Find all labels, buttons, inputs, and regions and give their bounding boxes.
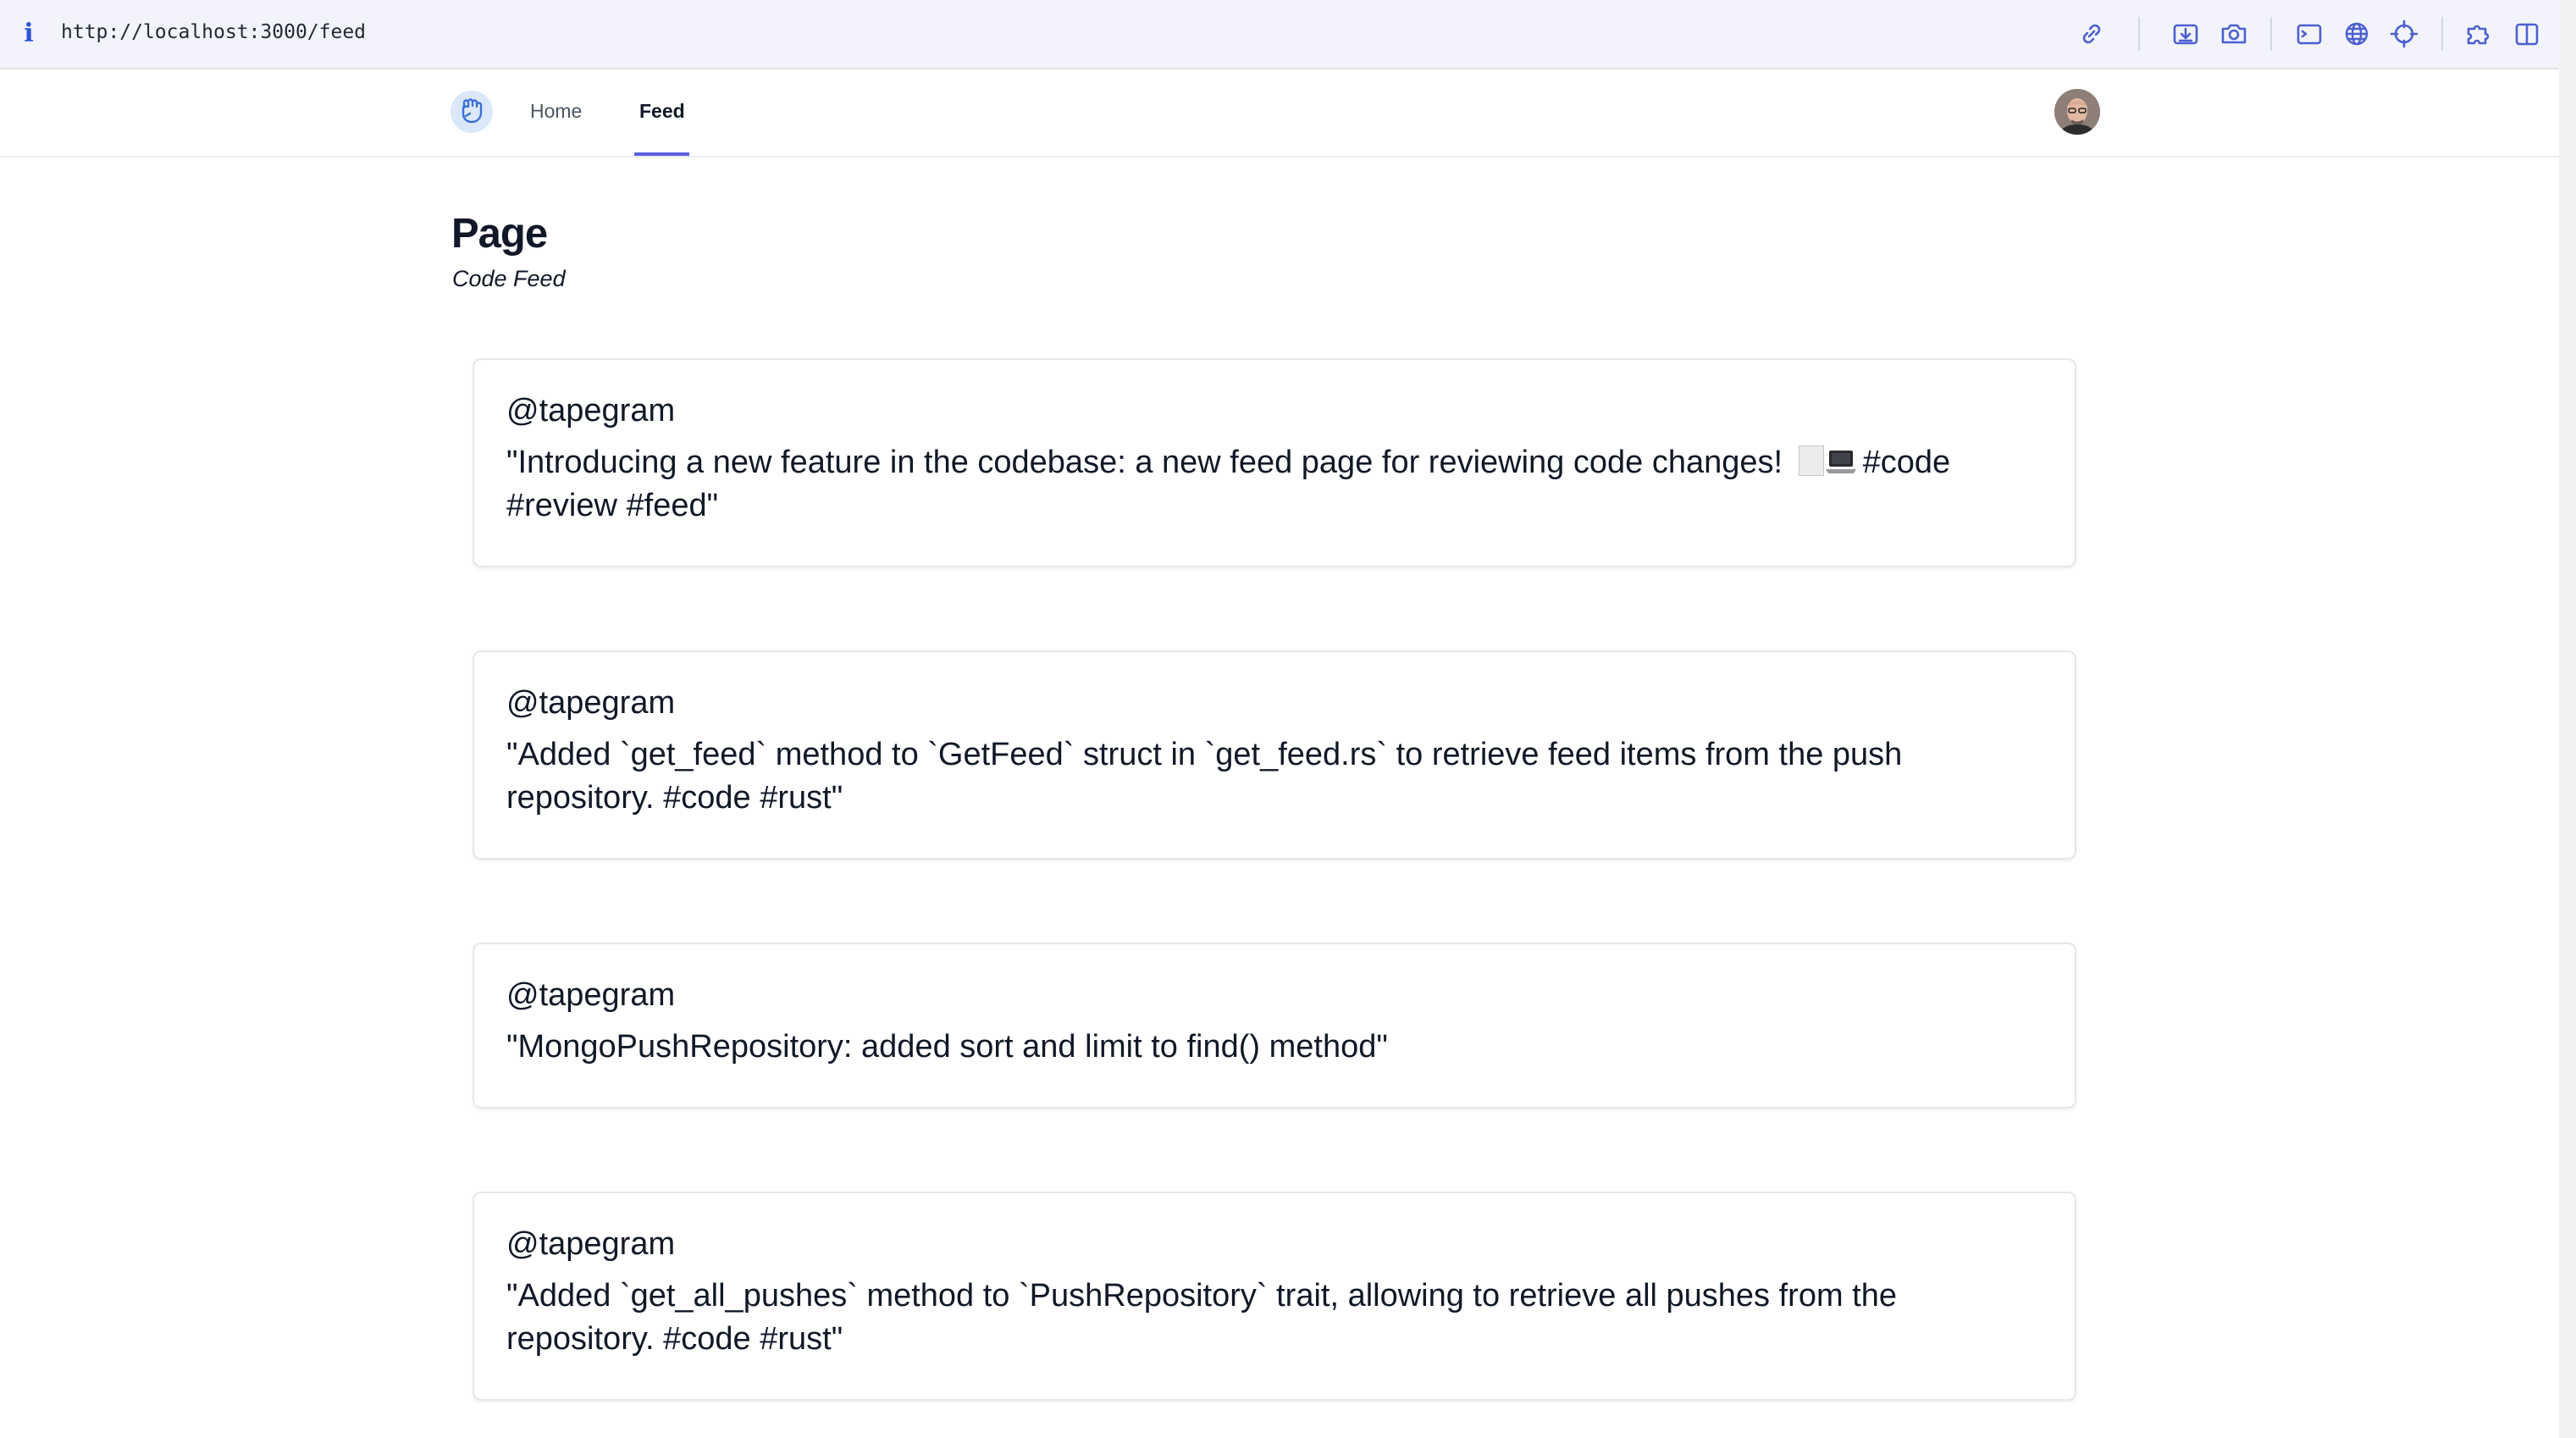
feed-item: @tapegram "Added `get_all_pushes` method…: [473, 1192, 2076, 1401]
crosshair-icon[interactable]: [2389, 19, 2419, 49]
feed-item-text: "MongoPushRepository: added sort and lim…: [506, 1029, 1388, 1065]
window-scrollbar[interactable]: [2559, 0, 2576, 1438]
feed-item-text: "Added `get_all_pushes` method to `PushR…: [506, 1278, 1897, 1357]
toolbar-divider: [2270, 17, 2272, 51]
download-icon[interactable]: [2170, 19, 2201, 49]
feed-item: @tapegram "MongoPushRepository: added so…: [473, 943, 2076, 1109]
toolbar-divider: [2441, 17, 2443, 51]
top-navigation: Home Feed: [0, 69, 2559, 158]
globe-icon[interactable]: [2341, 19, 2372, 49]
feed-item-author[interactable]: @tapegram: [506, 683, 2043, 723]
laptop-emoji-icon: [1824, 447, 1858, 476]
feed-item-text: "Introducing a new feature in the codeba…: [506, 441, 2043, 528]
feed-item-author[interactable]: @tapegram: [506, 1224, 2043, 1264]
feed-item-author[interactable]: @tapegram: [506, 975, 2043, 1015]
feed-item: @tapegram "Introducing a new feature in …: [473, 358, 2076, 567]
active-tab-indicator: [634, 152, 689, 156]
feed-item-author[interactable]: @tapegram: [506, 390, 2043, 431]
toolbar-divider: [2138, 17, 2140, 51]
feed-item-text-start: "Introducing a new feature in the codeba…: [506, 445, 1792, 480]
info-icon[interactable]: i: [19, 19, 39, 49]
browser-url-bar: i http://localhost:3000/feed: [0, 0, 2559, 69]
page-title: Page: [451, 211, 548, 257]
nav-link-home[interactable]: Home: [530, 100, 582, 123]
puzzle-icon[interactable]: [2463, 19, 2494, 49]
fist-logo-icon[interactable]: [451, 91, 493, 133]
nav-link-feed[interactable]: Feed: [639, 100, 685, 123]
split-view-icon[interactable]: [2512, 19, 2542, 49]
feed-item-text: "Added `get_feed` method to `GetFeed` st…: [506, 737, 1903, 816]
feed-item: @tapegram "Added `get_feed` method to `G…: [473, 650, 2076, 860]
user-avatar[interactable]: [2054, 89, 2100, 135]
terminal-icon[interactable]: [2294, 19, 2324, 49]
link-icon[interactable]: [2076, 19, 2107, 49]
page-subtitle: Code Feed: [452, 266, 566, 291]
camera-icon[interactable]: [2219, 19, 2249, 49]
url-text[interactable]: http://localhost:3000/feed: [61, 21, 366, 43]
page-emoji-icon: [1798, 445, 1824, 476]
